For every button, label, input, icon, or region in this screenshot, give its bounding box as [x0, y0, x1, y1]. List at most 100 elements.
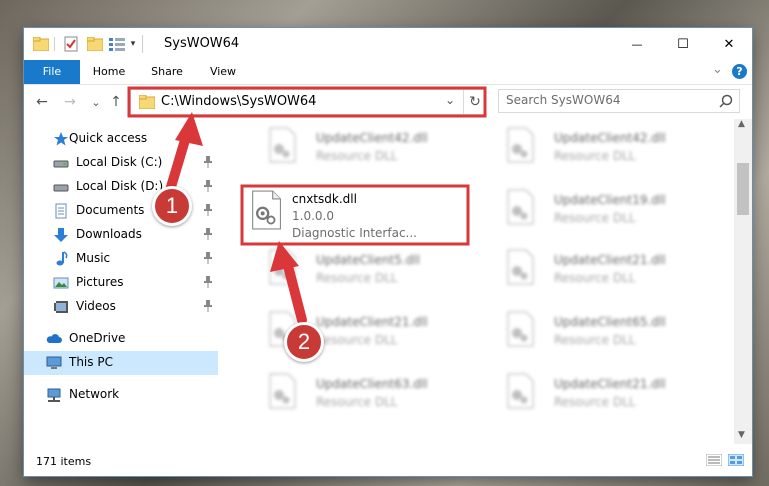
sidebar-item-videos[interactable]: Videos — [24, 295, 218, 319]
navigation-bar: ← → ⌄ ↑ C:\Windows\SysWOW64 ⌄ ↻ Search S… — [24, 85, 752, 119]
forward-button[interactable]: → — [60, 93, 80, 111]
search-box[interactable]: Search SysWOW64 — [498, 89, 740, 113]
sidebar-item-label: Network — [69, 387, 120, 401]
sidebar-item-label: Pictures — [76, 275, 124, 289]
dll-file-icon — [269, 249, 296, 285]
file-item[interactable]: UpdateClient42.dll Resource DLL — [482, 123, 702, 179]
title-divider — [142, 35, 143, 53]
dll-file-icon — [269, 373, 296, 409]
details-view-icon[interactable] — [706, 454, 722, 466]
pin-icon[interactable] — [204, 300, 212, 312]
folder-icon[interactable] — [32, 35, 50, 53]
refresh-button[interactable]: ↻ — [463, 90, 486, 114]
sidebar-item-onedrive[interactable]: OneDrive — [24, 327, 218, 351]
ribbon-tabs: File Home Share View ⌄ ? — [24, 60, 752, 85]
pin-icon[interactable] — [204, 204, 212, 216]
file-item[interactable]: UpdateClient21.dll Resource DLL — [482, 245, 702, 301]
pin-icon[interactable] — [204, 156, 212, 168]
scrollbar-thumb[interactable] — [737, 163, 749, 215]
sidebar-item-local-disk-c[interactable]: Local Disk (C:) — [24, 151, 218, 175]
address-dropdown-icon[interactable]: ⌄ — [445, 93, 455, 107]
file-list[interactable]: UpdateClient42.dll Resource DLL UpdateCl… — [220, 119, 732, 444]
pin-icon[interactable] — [204, 180, 212, 192]
vertical-scrollbar[interactable]: ▲ ▼ — [734, 119, 752, 444]
title-bar: ▾ SysWOW64 — ☐ ✕ — [24, 28, 752, 60]
file-name: UpdateClient42.dll — [554, 131, 666, 145]
new-folder-icon[interactable] — [86, 35, 104, 53]
dll-file-icon — [252, 190, 281, 230]
file-item[interactable]: UpdateClient21.dll Resource DLL — [482, 369, 702, 425]
file-item[interactable]: UpdateClient42.dll Resource DLL — [244, 123, 464, 179]
sidebar-item-label: Documents — [76, 203, 145, 217]
customize-toolbar-icon[interactable]: ▾ — [128, 35, 138, 53]
expand-ribbon-icon[interactable]: ⌄ — [712, 62, 723, 77]
cloud-icon — [46, 334, 62, 343]
file-description: Diagnostic Interfac... — [292, 226, 417, 240]
tab-home[interactable]: Home — [86, 60, 132, 84]
dll-file-icon — [507, 189, 534, 225]
file-item[interactable]: UpdateClient21.dll Resource DLL — [244, 307, 464, 363]
tab-file[interactable]: File — [24, 60, 80, 84]
sidebar-item-pictures[interactable]: Pictures — [24, 271, 218, 295]
scroll-up-icon[interactable]: ▲ — [738, 119, 745, 129]
help-icon[interactable]: ? — [732, 64, 747, 79]
file-item-cnxtsdk[interactable]: cnxtsdk.dll 1.0.0.0 Diagnostic Interfac.… — [244, 188, 444, 244]
file-type: Resource DLL — [554, 395, 636, 409]
file-item[interactable]: UpdateClient5.dll Resource DLL — [244, 245, 464, 301]
window-title: SysWOW64 — [164, 36, 240, 51]
file-name: UpdateClient21.dll — [554, 377, 666, 391]
pin-icon[interactable] — [204, 228, 212, 240]
search-input[interactable]: Search SysWOW64 — [506, 93, 620, 107]
file-type: Resource DLL — [316, 149, 398, 163]
minimize-button[interactable]: — — [614, 28, 660, 60]
file-version: 1.0.0.0 — [292, 209, 334, 223]
tab-view[interactable]: View — [200, 60, 246, 84]
pin-icon[interactable] — [204, 252, 212, 264]
file-name: UpdateClient5.dll — [316, 253, 420, 267]
maximize-button[interactable]: ☐ — [660, 28, 706, 60]
videos-icon — [54, 301, 68, 313]
file-type: Resource DLL — [316, 271, 398, 285]
back-button[interactable]: ← — [32, 93, 52, 111]
tab-share[interactable]: Share — [144, 60, 190, 84]
sidebar-item-network[interactable]: Network — [24, 383, 218, 407]
dll-file-icon — [507, 127, 534, 163]
dll-file-icon — [507, 249, 534, 285]
sidebar-item-downloads[interactable]: Downloads — [24, 223, 218, 247]
scroll-down-icon[interactable]: ▼ — [738, 430, 745, 440]
properties-icon[interactable] — [62, 35, 80, 53]
search-icon[interactable] — [719, 94, 733, 108]
drive-icon — [53, 160, 69, 168]
close-button[interactable]: ✕ — [706, 28, 752, 60]
sidebar-item-label: This PC — [69, 355, 113, 369]
pictures-icon — [53, 277, 69, 289]
file-item[interactable]: UpdateClient19.dll Resource DLL — [482, 185, 702, 241]
pin-icon[interactable] — [204, 276, 212, 288]
file-name: UpdateClient21.dll — [554, 253, 666, 267]
network-icon — [47, 388, 61, 402]
large-icons-view-icon[interactable] — [728, 454, 744, 466]
file-name: UpdateClient21.dll — [316, 315, 428, 329]
downloads-icon — [54, 228, 68, 242]
sidebar-item-quick-access[interactable]: Quick access — [24, 127, 218, 151]
sidebar-item-music[interactable]: Music — [24, 247, 218, 271]
status-bar: 171 items — [24, 444, 752, 476]
folder-icon — [138, 94, 156, 112]
address-bar[interactable]: C:\Windows\SysWOW64 ⌄ ↻ — [130, 89, 486, 115]
music-icon — [56, 251, 68, 266]
file-item[interactable]: UpdateClient65.dll Resource DLL — [482, 307, 702, 363]
item-count: 171 items — [36, 455, 92, 468]
address-path[interactable]: C:\Windows\SysWOW64 — [161, 94, 316, 109]
sidebar-item-label: Local Disk (D:) — [76, 179, 164, 193]
file-type: Resource DLL — [554, 149, 636, 163]
up-button[interactable]: ↑ — [106, 93, 126, 111]
sidebar-item-label: Quick access — [69, 131, 148, 145]
recent-locations-button[interactable]: ⌄ — [86, 93, 106, 111]
file-name: UpdateClient42.dll — [316, 131, 428, 145]
view-options-icon[interactable] — [108, 35, 126, 53]
file-type: Resource DLL — [554, 333, 636, 347]
maximize-icon: ☐ — [677, 36, 689, 52]
sidebar-item-this-pc[interactable]: This PC — [24, 351, 218, 375]
file-name: cnxtsdk.dll — [292, 192, 357, 206]
file-item[interactable]: UpdateClient63.dll Resource DLL — [244, 369, 464, 425]
